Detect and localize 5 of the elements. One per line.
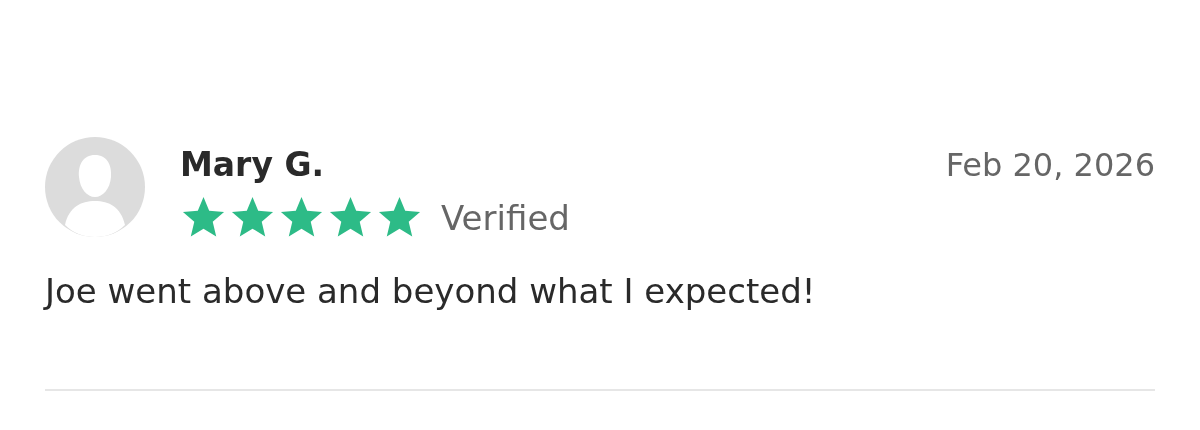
verified-label: Verified: [441, 197, 570, 238]
review-date: Feb 20, 2026: [945, 145, 1155, 184]
review-text: Joe went above and beyond what I expected!: [45, 271, 817, 311]
avatar-icon: [45, 137, 145, 237]
reviewer-name: Mary G.: [180, 145, 324, 184]
